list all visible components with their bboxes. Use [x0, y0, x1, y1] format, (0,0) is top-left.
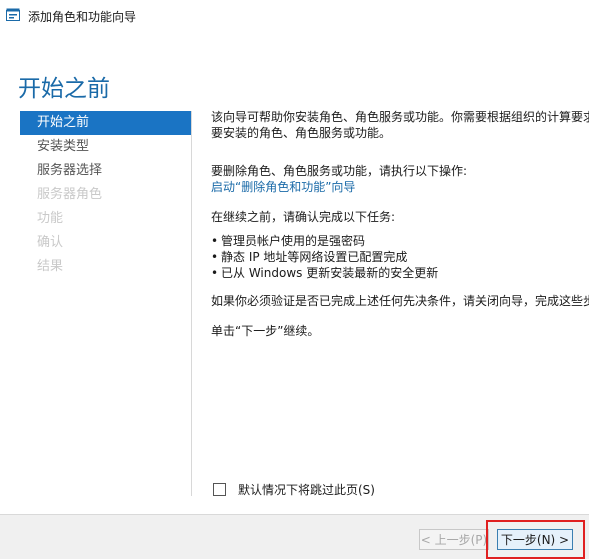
window-title: 添加角色和功能向导	[28, 10, 137, 24]
skip-page-checkbox[interactable]	[213, 483, 226, 496]
skip-page-label: 默认情况下将跳过此页(S)	[238, 483, 375, 497]
list-item: • 管理员帐户使用的是强密码	[211, 234, 366, 248]
intro-text-line1: 该向导可帮助你安装角色、角色服务或功能。你需要根据组织的计算要求	[211, 110, 589, 124]
confirm-instructions: 在继续之前，请确认完成以下任务:	[211, 210, 396, 224]
nav-item-before-you-begin[interactable]: 开始之前	[20, 111, 191, 135]
list-item: • 静态 IP 地址等网络设置已配置完成	[211, 250, 408, 264]
page-title: 开始之前	[18, 76, 110, 103]
skip-page-option[interactable]: 默认情况下将跳过此页(S)	[213, 481, 375, 498]
remove-instructions: 要删除角色、角色服务或功能，请执行以下操作:	[211, 164, 468, 178]
title-bar: 添加角色和功能向导	[0, 0, 589, 30]
wizard-nav: 开始之前 安装类型 服务器选择 服务器角色 功能 确认 结果	[20, 111, 191, 279]
nav-divider	[191, 111, 192, 496]
nav-item-confirmation: 确认	[37, 235, 64, 250]
nav-item-results: 结果	[37, 259, 64, 274]
intro-text-line2: 要安装的角色、角色服务或功能。	[211, 126, 392, 140]
verify-instructions: 如果你必须验证是否已完成上述任何先决条件，请关闭向导，完成这些步	[211, 294, 589, 308]
footer-bar: < 上一步(P) 下一步(N) >	[0, 514, 589, 559]
wizard-icon	[6, 8, 20, 21]
nav-item-server-roles: 服务器角色	[37, 187, 103, 202]
remove-roles-link[interactable]: 启动“删除角色和功能”向导	[211, 179, 589, 195]
nav-item-features: 功能	[37, 211, 64, 226]
list-item: • 已从 Windows 更新安装最新的安全更新	[211, 266, 439, 280]
task-list: • 管理员帐户使用的是强密码 • 静态 IP 地址等网络设置已配置完成 • 已从 Wi…	[211, 233, 589, 281]
next-hint: 单击“下一步”继续。	[211, 324, 320, 338]
nav-item-installation-type[interactable]: 安装类型	[20, 135, 191, 159]
previous-button: < 上一步(P)	[419, 529, 489, 550]
next-button[interactable]: 下一步(N) >	[497, 529, 573, 550]
content-pane: 该向导可帮助你安装角色、角色服务或功能。你需要根据组织的计算要求 要安装的角色、…	[211, 109, 589, 339]
nav-item-server-selection[interactable]: 服务器选择	[20, 159, 191, 183]
